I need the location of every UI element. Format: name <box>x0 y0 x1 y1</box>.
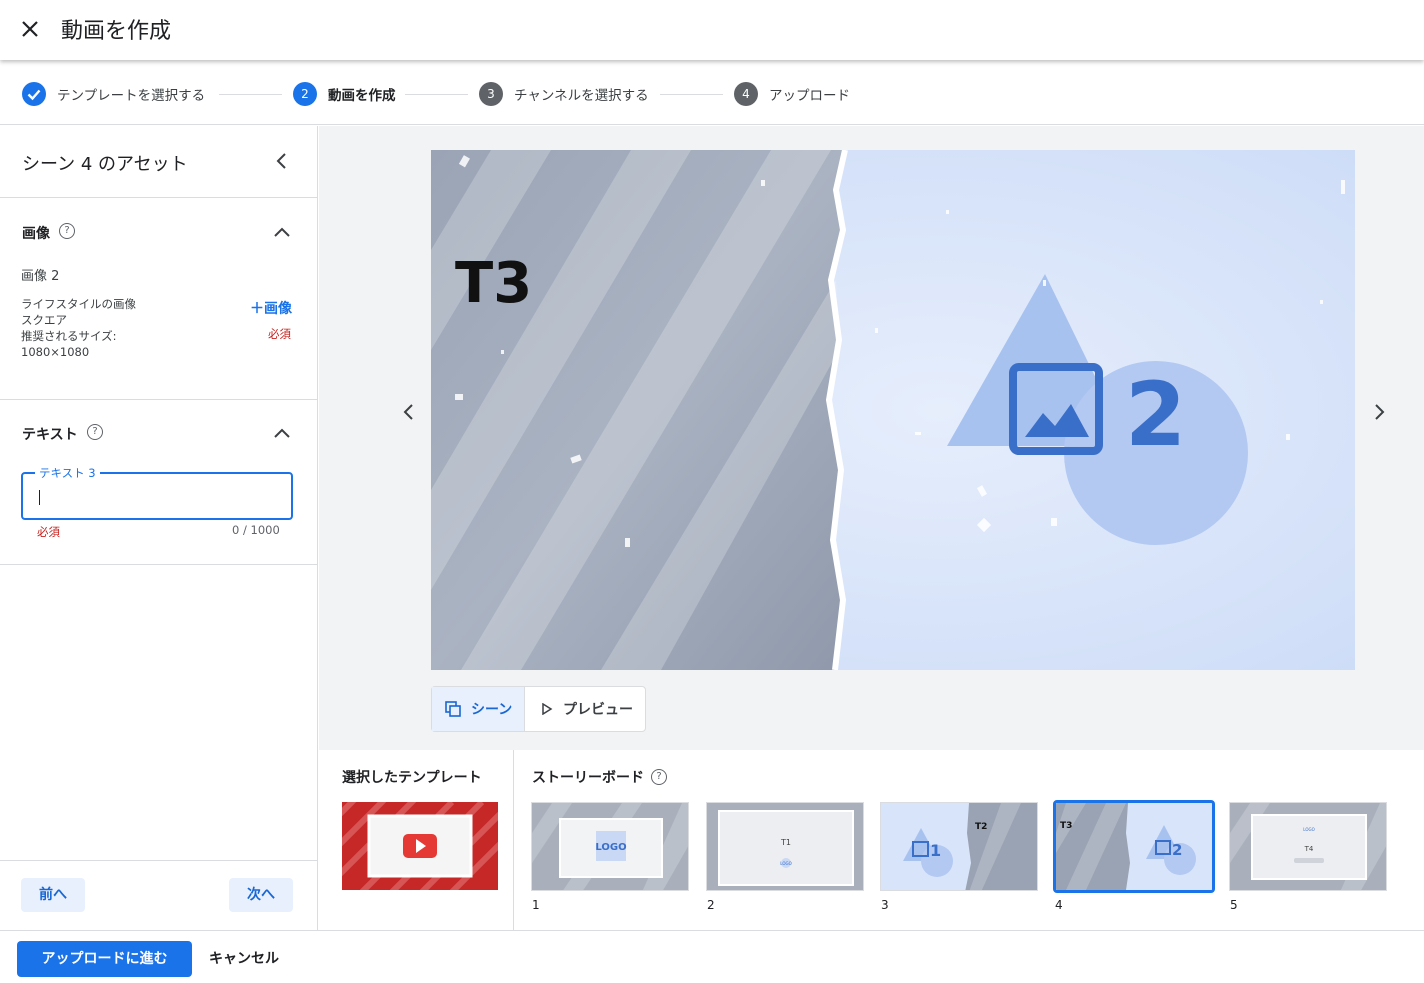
chevron-left-icon[interactable] <box>272 150 292 172</box>
prev-button[interactable]: 前へ <box>21 878 85 912</box>
preview-area: T3 2 シーン プレビュー <box>319 126 1424 750</box>
step-connector <box>405 94 468 95</box>
scene-number: 3 <box>881 898 889 912</box>
thumb-text: LOGO <box>595 842 626 853</box>
scene-number: 4 <box>1055 898 1063 912</box>
image-desc-line: 1080×1080 <box>21 345 90 359</box>
assets-panel-header: シーン 4 のアセット <box>0 126 317 198</box>
step-label: アップロード <box>769 88 850 104</box>
step-number: 3 <box>479 82 503 106</box>
step-label: チャンネルを選択する <box>514 88 649 104</box>
scene-number: 5 <box>1230 898 1238 912</box>
help-icon[interactable]: ? <box>59 223 75 239</box>
step-create-video[interactable]: 2 動画を作成 <box>293 82 396 106</box>
storyboard-scene-1[interactable]: LOGO <box>531 802 689 891</box>
text-3-field[interactable]: テキスト 3 <box>21 465 293 520</box>
add-image-button[interactable]: ＋画像 <box>250 298 292 318</box>
help-icon[interactable]: ? <box>651 769 667 785</box>
check-icon <box>22 82 46 106</box>
thumb-text-2: T2 <box>975 822 987 832</box>
cancel-button[interactable]: キャンセル <box>200 941 288 977</box>
preview-view-button[interactable]: プレビュー <box>525 687 645 731</box>
required-label: 必須 <box>268 327 291 341</box>
scene-number: 2 <box>707 898 715 912</box>
image-item-title: 画像 2 <box>21 269 60 284</box>
text-3-input[interactable] <box>23 474 291 518</box>
scene-artwork: T3 2 <box>431 150 1355 670</box>
thumb-text: T4 <box>1304 845 1314 853</box>
storyboard-scene-3[interactable]: 1 T2 <box>880 802 1038 891</box>
step-connector <box>219 94 282 95</box>
play-icon <box>542 703 553 715</box>
step-select-channel[interactable]: 3 チャンネルを選択する <box>479 82 649 106</box>
char-counter: 0 / 1000 <box>232 523 280 537</box>
chevron-up-icon[interactable] <box>272 425 292 439</box>
step-select-template[interactable]: テンプレートを選択する <box>22 82 205 106</box>
selected-template-heading: 選択したテンプレート <box>342 770 482 786</box>
storyboard-scene-4[interactable]: T3 2 <box>1053 800 1215 893</box>
required-label: 必須 <box>37 525 60 539</box>
storyboard-heading: ストーリーボード <box>532 770 644 786</box>
help-icon[interactable]: ? <box>87 424 103 440</box>
step-number: 2 <box>293 82 317 106</box>
thumb-text: T3 <box>1060 821 1072 831</box>
chevron-up-icon[interactable] <box>272 224 292 238</box>
text-section-heading: テキスト <box>22 427 78 443</box>
scene-text: T3 <box>455 251 532 316</box>
close-icon[interactable] <box>17 16 43 42</box>
step-label: テンプレートを選択する <box>57 88 206 104</box>
preview-view-label: プレビュー <box>563 702 633 718</box>
stepper: テンプレートを選択する 2 動画を作成 3 チャンネルを選択する 4 アップロー… <box>0 62 1424 125</box>
copy-icon <box>445 701 461 717</box>
step-upload[interactable]: 4 アップロード <box>734 82 850 106</box>
footer-bar: アップロードに進む キャンセル <box>0 930 1424 983</box>
proceed-to-upload-button[interactable]: アップロードに進む <box>17 941 192 977</box>
image-section-heading: 画像 <box>22 226 50 242</box>
storyboard-area: 選択したテンプレート ストーリーボード ? LOGO T1 LOGO 1 T2 … <box>319 750 1424 930</box>
image-desc-line: スクエア <box>21 313 67 327</box>
page-title: 動画を作成 <box>61 19 172 44</box>
thumb-subtext: LOGO <box>780 861 791 866</box>
scene-view-button[interactable]: シーン <box>432 687 525 731</box>
step-connector <box>660 94 723 95</box>
storyboard-scene-5[interactable]: LOGO T4 <box>1229 802 1387 891</box>
chevron-right-icon[interactable] <box>1369 401 1389 423</box>
thumb-text: 1 <box>930 841 941 860</box>
image-desc-line: ライフスタイルの画像 <box>21 297 136 311</box>
assets-panel: シーン 4 のアセット 画像 ? 画像 2 ライフスタイルの画像 スクエア 推奨… <box>0 126 318 930</box>
thumb-subtext: LOGO <box>1303 827 1314 832</box>
scene-preview: T3 2 <box>431 150 1355 670</box>
storyboard-scene-2[interactable]: T1 LOGO <box>706 802 864 891</box>
view-toggle: シーン プレビュー <box>431 686 646 732</box>
image-placeholder-number: 2 <box>1125 363 1186 466</box>
image-desc-line: 推奨されるサイズ: <box>21 329 117 343</box>
chevron-left-icon[interactable] <box>399 401 419 423</box>
step-number: 4 <box>734 82 758 106</box>
scene-number: 1 <box>532 898 540 912</box>
selected-template-thumbnail[interactable] <box>329 789 545 905</box>
scene-view-label: シーン <box>471 702 513 718</box>
divider <box>513 750 514 930</box>
thumb-text: T1 <box>780 838 791 847</box>
image-section: 画像 ? 画像 2 ライフスタイルの画像 スクエア 推奨されるサイズ: 1080… <box>0 199 317 400</box>
next-button[interactable]: 次へ <box>229 878 293 912</box>
assets-panel-title: シーン 4 のアセット <box>22 154 188 175</box>
step-label: 動画を作成 <box>328 88 396 104</box>
assets-panel-footer: 前へ 次へ <box>0 860 317 930</box>
top-bar: 動画を作成 <box>0 0 1424 60</box>
thumb-text-2: 2 <box>1172 841 1182 859</box>
